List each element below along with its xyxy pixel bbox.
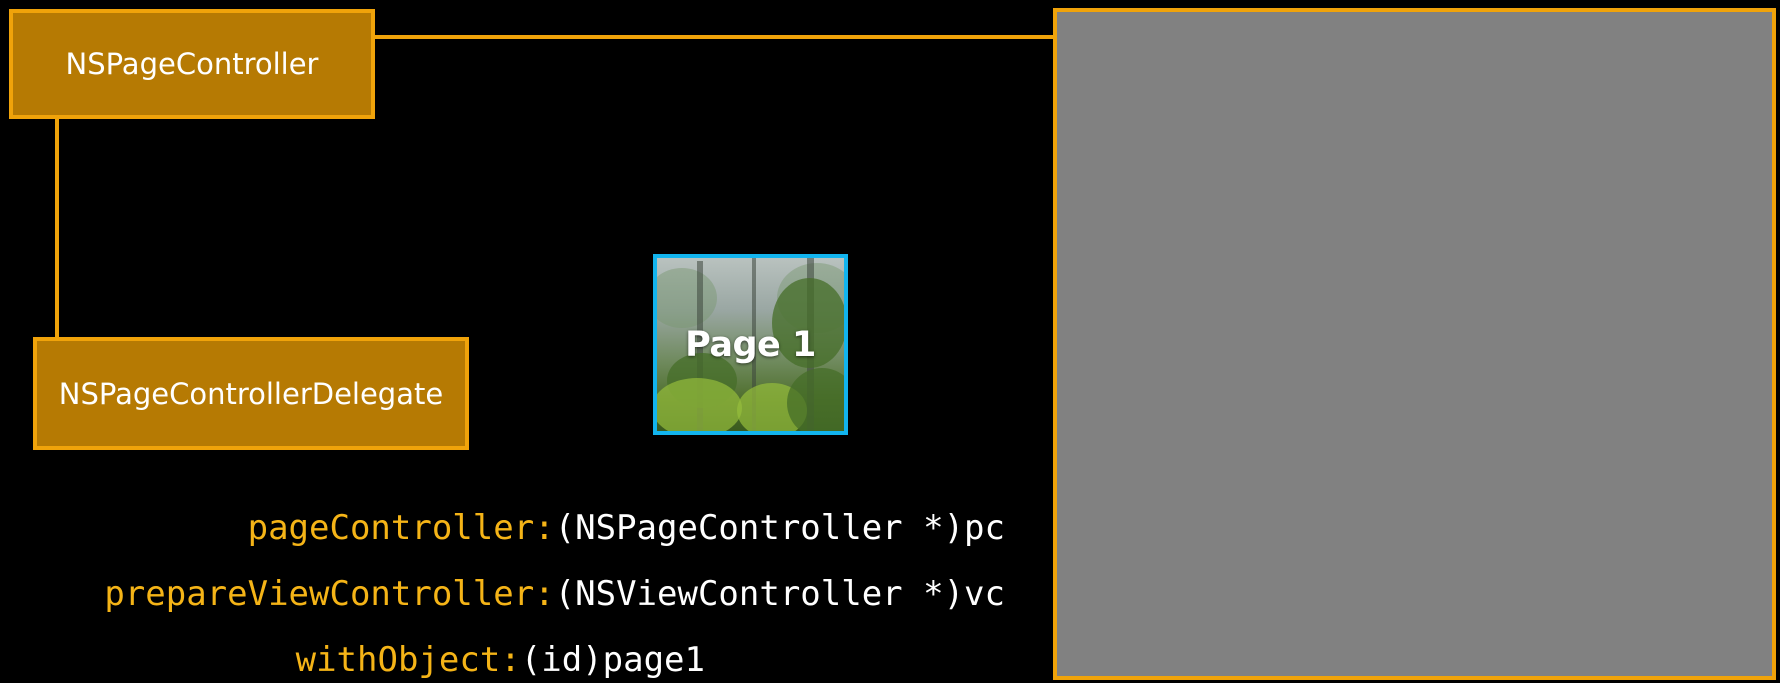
code-selector: prepareViewController: xyxy=(104,574,555,614)
code-line-3: withObject:(id)page1 xyxy=(296,640,705,680)
code-argument: (NSPageController *)pc xyxy=(554,508,1005,548)
view-panel xyxy=(1053,8,1776,680)
page-thumbnail-label: Page 1 xyxy=(685,324,816,365)
page-controller-label: NSPageController xyxy=(65,47,319,81)
page-thumbnail: Page 1 xyxy=(653,254,848,435)
connector-controller-to-delegate xyxy=(55,116,59,340)
delegate-box: NSPageControllerDelegate xyxy=(33,337,469,450)
code-selector: pageController: xyxy=(247,508,555,548)
delegate-label: NSPageControllerDelegate xyxy=(58,376,444,411)
connector-controller-to-panel xyxy=(370,35,1060,39)
code-line-1: pageController:(NSPageController *)pc xyxy=(248,508,1005,548)
code-selector: withObject: xyxy=(295,640,521,680)
code-line-2: prepareViewController:(NSViewController … xyxy=(104,574,1005,614)
diagram-canvas: NSPageController NSPageControllerDelegat… xyxy=(0,0,1780,683)
code-argument: (NSViewController *)vc xyxy=(554,574,1005,614)
page-controller-box: NSPageController xyxy=(9,9,375,119)
code-argument: (id)page1 xyxy=(520,640,705,680)
